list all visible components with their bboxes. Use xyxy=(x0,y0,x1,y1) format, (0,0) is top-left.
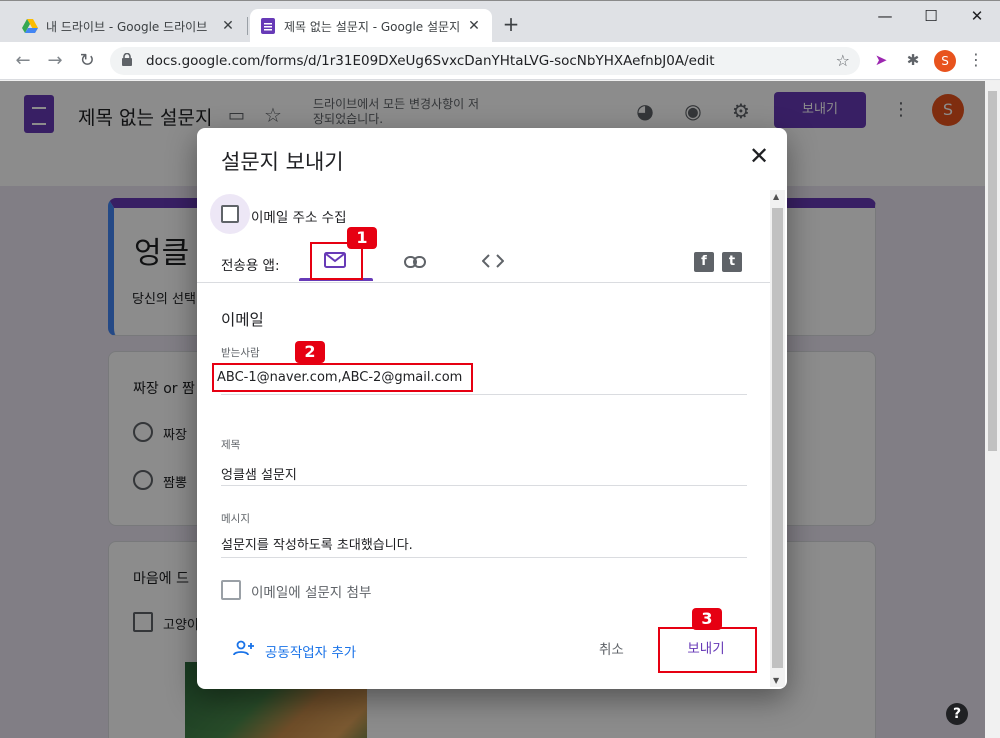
lock-icon xyxy=(122,52,136,70)
bookmark-star-icon[interactable]: ☆ xyxy=(836,51,850,70)
send-via-label: 전송용 앱: xyxy=(221,258,280,274)
reload-icon[interactable]: ↻ xyxy=(76,50,98,72)
url-text: docs.google.com/forms/d/1r31E09DXeUg6Svx… xyxy=(146,53,715,69)
scroll-thumb[interactable] xyxy=(772,208,783,668)
annotation-badge-3: 3 xyxy=(692,608,722,630)
browser-profile-avatar[interactable]: S xyxy=(934,50,956,72)
cancel-button[interactable]: 취소 xyxy=(599,638,624,658)
tab-embed[interactable] xyxy=(457,242,529,282)
tab-google-forms[interactable]: 제목 없는 설문지 - Google 설문지 ✕ xyxy=(250,9,492,43)
extensions-puzzle-icon[interactable]: ✱ xyxy=(902,51,924,73)
tab-title: 제목 없는 설문지 - Google 설문지 xyxy=(284,19,460,34)
dialog-scrollbar[interactable]: ▲ ▼ xyxy=(770,190,785,687)
add-person-icon xyxy=(233,640,255,661)
minimize-button[interactable]: — xyxy=(862,5,908,29)
extension-cursor-icon[interactable]: ➤ xyxy=(870,51,892,73)
subject-label: 제목 xyxy=(221,439,241,451)
subject-field[interactable]: 엉클샘 설문지 xyxy=(221,464,297,483)
url-field[interactable]: docs.google.com/forms/d/1r31E09DXeUg6Svx… xyxy=(110,47,860,75)
back-arrow-icon[interactable]: ← xyxy=(12,50,34,72)
tab-close-icon[interactable]: ✕ xyxy=(220,18,236,34)
maximize-button[interactable]: ☐ xyxy=(908,5,954,29)
tab-google-drive[interactable]: 내 드라이브 - Google 드라이브 ✕ xyxy=(12,9,246,43)
annotation-badge-1: 1 xyxy=(347,227,377,249)
dialog-title: 설문지 보내기 xyxy=(221,150,344,174)
tab-separator xyxy=(247,17,248,35)
twitter-icon[interactable]: t xyxy=(722,252,742,272)
to-field-underline xyxy=(221,394,747,395)
annotation-box-send xyxy=(658,627,757,673)
help-icon[interactable]: ? xyxy=(946,703,968,725)
subject-field-underline xyxy=(221,485,747,486)
forward-arrow-icon[interactable]: → xyxy=(44,50,66,72)
facebook-icon[interactable]: f xyxy=(694,252,714,272)
tab-link[interactable] xyxy=(379,242,451,282)
message-label: 메시지 xyxy=(221,513,250,525)
email-section-heading: 이메일 xyxy=(221,311,264,329)
google-drive-icon xyxy=(22,18,38,34)
attach-form-checkbox[interactable] xyxy=(221,580,241,600)
code-icon xyxy=(481,253,505,272)
annotation-box-recipients xyxy=(212,363,473,392)
collect-email-label: 이메일 주소 수집 xyxy=(251,210,347,226)
window-close-button[interactable]: ✕ xyxy=(954,5,1000,29)
close-icon[interactable]: ✕ xyxy=(747,144,771,168)
to-label: 받는사람 xyxy=(221,347,260,359)
message-field-underline xyxy=(221,557,747,558)
tab-close-icon[interactable]: ✕ xyxy=(466,18,482,34)
link-icon xyxy=(404,253,426,272)
new-tab-button[interactable]: + xyxy=(500,13,522,35)
google-forms-icon xyxy=(260,18,276,34)
browser-menu-icon[interactable]: ⋮ xyxy=(968,50,984,69)
send-form-dialog: 설문지 보내기 ✕ 이메일 주소 수집 전송용 앱: f t 이메일 받는사람 … xyxy=(197,128,787,689)
tabs-divider xyxy=(197,282,770,283)
message-field[interactable]: 설문지를 작성하도록 초대했습니다. xyxy=(221,534,413,553)
add-collaborators-label: 공동작업자 추가 xyxy=(265,644,357,661)
scroll-down-arrow-icon[interactable]: ▼ xyxy=(773,676,779,685)
page-scrollbar[interactable] xyxy=(985,81,1000,738)
tab-title: 내 드라이브 - Google 드라이브 xyxy=(46,19,208,34)
annotation-badge-2: 2 xyxy=(295,341,325,363)
scroll-up-arrow-icon[interactable]: ▲ xyxy=(773,192,779,201)
collect-email-checkbox[interactable] xyxy=(221,205,239,223)
browser-tab-strip: 내 드라이브 - Google 드라이브 ✕ 제목 없는 설문지 - Googl… xyxy=(0,0,1000,43)
attach-form-label: 이메일에 설문지 첨부 xyxy=(251,585,372,601)
add-collaborators-button[interactable]: 공동작업자 추가 xyxy=(233,640,356,661)
address-bar-row: ← → ↻ docs.google.com/forms/d/1r31E09DXe… xyxy=(0,42,1000,80)
